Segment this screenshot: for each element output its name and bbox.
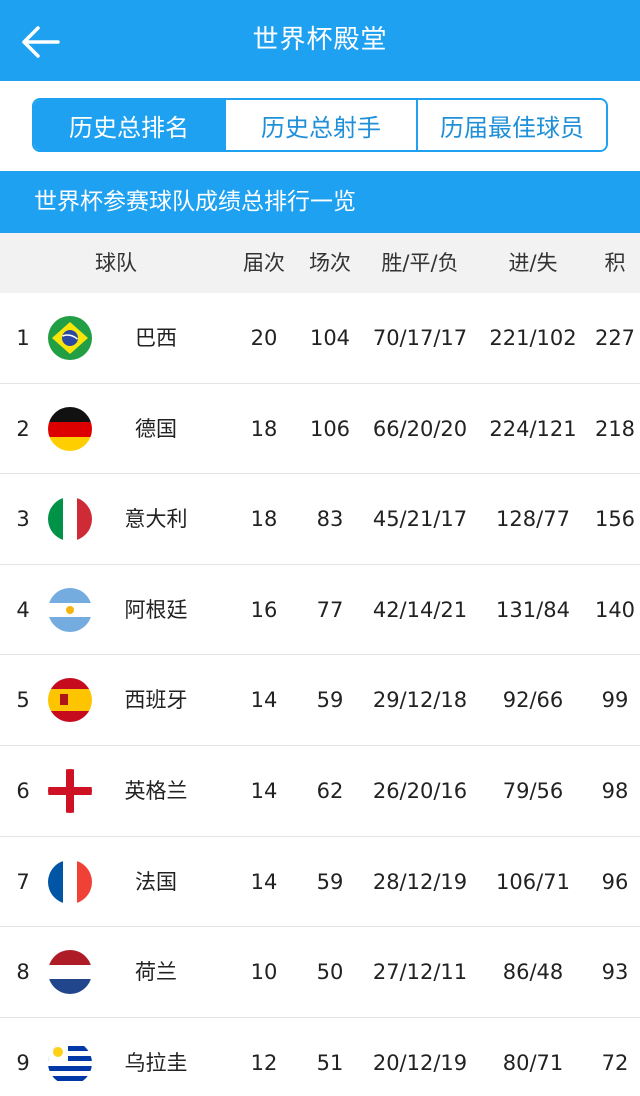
points-cell: 156	[594, 507, 636, 532]
table-row[interactable]: 5 西班牙 14 59 29/12/18 92/66 99	[0, 655, 640, 746]
matches-cell: 51	[316, 1050, 344, 1075]
appearances-cell: 20	[250, 326, 278, 350]
points-cell: 93	[601, 960, 629, 985]
points-cell: 72	[601, 1050, 629, 1075]
points-cell: 227	[594, 326, 636, 350]
team-name: 西班牙	[124, 688, 188, 713]
team-name: 意大利	[124, 507, 188, 532]
wdl-cell: 26/20/16	[372, 778, 468, 803]
matches-cell: 59	[316, 869, 344, 894]
appearances-cell: 14	[250, 869, 278, 894]
matches-cell: 104	[309, 326, 351, 350]
germany-flag-icon	[48, 406, 92, 451]
goals-cell: 131/84	[496, 597, 570, 622]
goals-cell: 80/71	[502, 1050, 564, 1075]
rank-cell: 8	[16, 960, 30, 985]
matches-cell: 77	[316, 597, 344, 622]
matches-cell: 83	[316, 507, 344, 532]
goals-cell: 106/71	[496, 869, 570, 894]
rank-cell: 3	[16, 507, 30, 532]
spain-flag-icon	[48, 678, 92, 723]
team-name: 巴西	[135, 326, 177, 350]
table-row[interactable]: 6 英格兰 14 62 26/20/16 79/56 98	[0, 745, 640, 837]
wdl-cell: 70/17/17	[372, 326, 468, 350]
uruguay-flag-icon	[48, 1040, 92, 1085]
rank-cell: 5	[16, 688, 30, 713]
matches-cell: 50	[316, 960, 344, 985]
points-cell: 98	[601, 778, 629, 803]
points-cell: 96	[601, 869, 629, 894]
appearances-cell: 14	[250, 778, 278, 803]
appearances-cell: 14	[250, 688, 278, 713]
table-row[interactable]: 2 德国 18 106 66/20/20 224/121 218	[0, 383, 640, 475]
rank-cell: 4	[16, 597, 30, 622]
rank-cell: 1	[16, 326, 30, 350]
france-flag-icon	[48, 859, 92, 904]
italy-flag-icon	[48, 497, 92, 542]
tab-all-time-scorers[interactable]: 历史总射手	[224, 100, 416, 150]
tab-bar: 历史总排名 历史总射手 历届最佳球员	[32, 98, 608, 152]
goals-cell: 221/102	[489, 326, 577, 350]
goals-cell: 128/77	[496, 507, 570, 532]
points-cell: 140	[594, 597, 636, 622]
wdl-cell: 45/21/17	[372, 507, 468, 532]
matches-cell: 59	[316, 688, 344, 713]
appearances-cell: 10	[250, 960, 278, 985]
table-row[interactable]: 8 荷兰 10 50 27/12/11 86/48 93	[0, 927, 640, 1018]
team-name: 阿根廷	[124, 597, 188, 622]
goals-cell: 224/121	[489, 416, 577, 441]
appearances-cell: 18	[250, 416, 278, 441]
wdl-cell: 29/12/18	[372, 688, 468, 713]
header-appearances: 届次	[243, 251, 285, 275]
rank-cell: 2	[16, 416, 30, 441]
rank-cell: 6	[16, 778, 30, 803]
team-name: 乌拉圭	[124, 1050, 188, 1075]
app-header: 世界杯殿堂	[0, 0, 640, 81]
rank-cell: 9	[16, 1050, 30, 1075]
table-row[interactable]: 4 阿根廷 16 77 42/14/21 131/84 140	[0, 564, 640, 656]
header-wdl: 胜/平/负	[381, 251, 459, 275]
header-team: 球队	[95, 251, 137, 275]
points-cell: 99	[601, 688, 629, 713]
matches-cell: 106	[309, 416, 351, 441]
page-title: 世界杯殿堂	[252, 25, 388, 55]
wdl-cell: 28/12/19	[372, 869, 468, 894]
tab-best-players[interactable]: 历届最佳球员	[416, 100, 606, 150]
table-header: 球队 届次 场次 胜/平/负 进/失 积	[0, 233, 640, 293]
team-name: 荷兰	[135, 960, 177, 985]
rank-cell: 7	[16, 869, 30, 894]
appearances-cell: 18	[250, 507, 278, 532]
tab-all-time-ranking[interactable]: 历史总排名	[34, 100, 224, 150]
goals-cell: 79/56	[502, 778, 564, 803]
argentina-flag-icon	[48, 587, 92, 632]
team-name: 德国	[135, 416, 177, 441]
header-points: 积	[604, 251, 626, 275]
goals-cell: 86/48	[502, 960, 564, 985]
matches-cell: 62	[316, 778, 344, 803]
points-cell: 218	[594, 416, 636, 441]
ranking-table: 1 巴西 20 104 70/17/17 221/102 227 2 德国 18…	[0, 293, 640, 1096]
wdl-cell: 20/12/19	[372, 1050, 468, 1075]
team-name: 英格兰	[124, 778, 188, 803]
table-row[interactable]: 3 意大利 18 83 45/21/17 128/77 156	[0, 474, 640, 565]
section-title: 世界杯参赛球队成绩总排行一览	[0, 171, 640, 233]
table-row[interactable]: 1 巴西 20 104 70/17/17 221/102 227	[0, 293, 640, 384]
england-flag-icon	[48, 768, 92, 813]
team-name: 法国	[135, 869, 177, 894]
wdl-cell: 27/12/11	[372, 960, 468, 985]
goals-cell: 92/66	[502, 688, 564, 713]
brazil-flag-icon	[48, 316, 92, 360]
header-goals: 进/失	[508, 251, 558, 275]
appearances-cell: 12	[250, 1050, 278, 1075]
netherlands-flag-icon	[48, 950, 92, 995]
wdl-cell: 66/20/20	[372, 416, 468, 441]
appearances-cell: 16	[250, 597, 278, 622]
header-matches: 场次	[309, 251, 351, 275]
tab-bar-area: 历史总排名 历史总射手 历届最佳球员	[0, 81, 640, 171]
table-row[interactable]: 7 法国 14 59 28/12/19 106/71 96	[0, 836, 640, 928]
wdl-cell: 42/14/21	[372, 597, 468, 622]
table-row[interactable]: 9 乌拉圭 12 51 20/12/19 80/71 72	[0, 1017, 640, 1096]
